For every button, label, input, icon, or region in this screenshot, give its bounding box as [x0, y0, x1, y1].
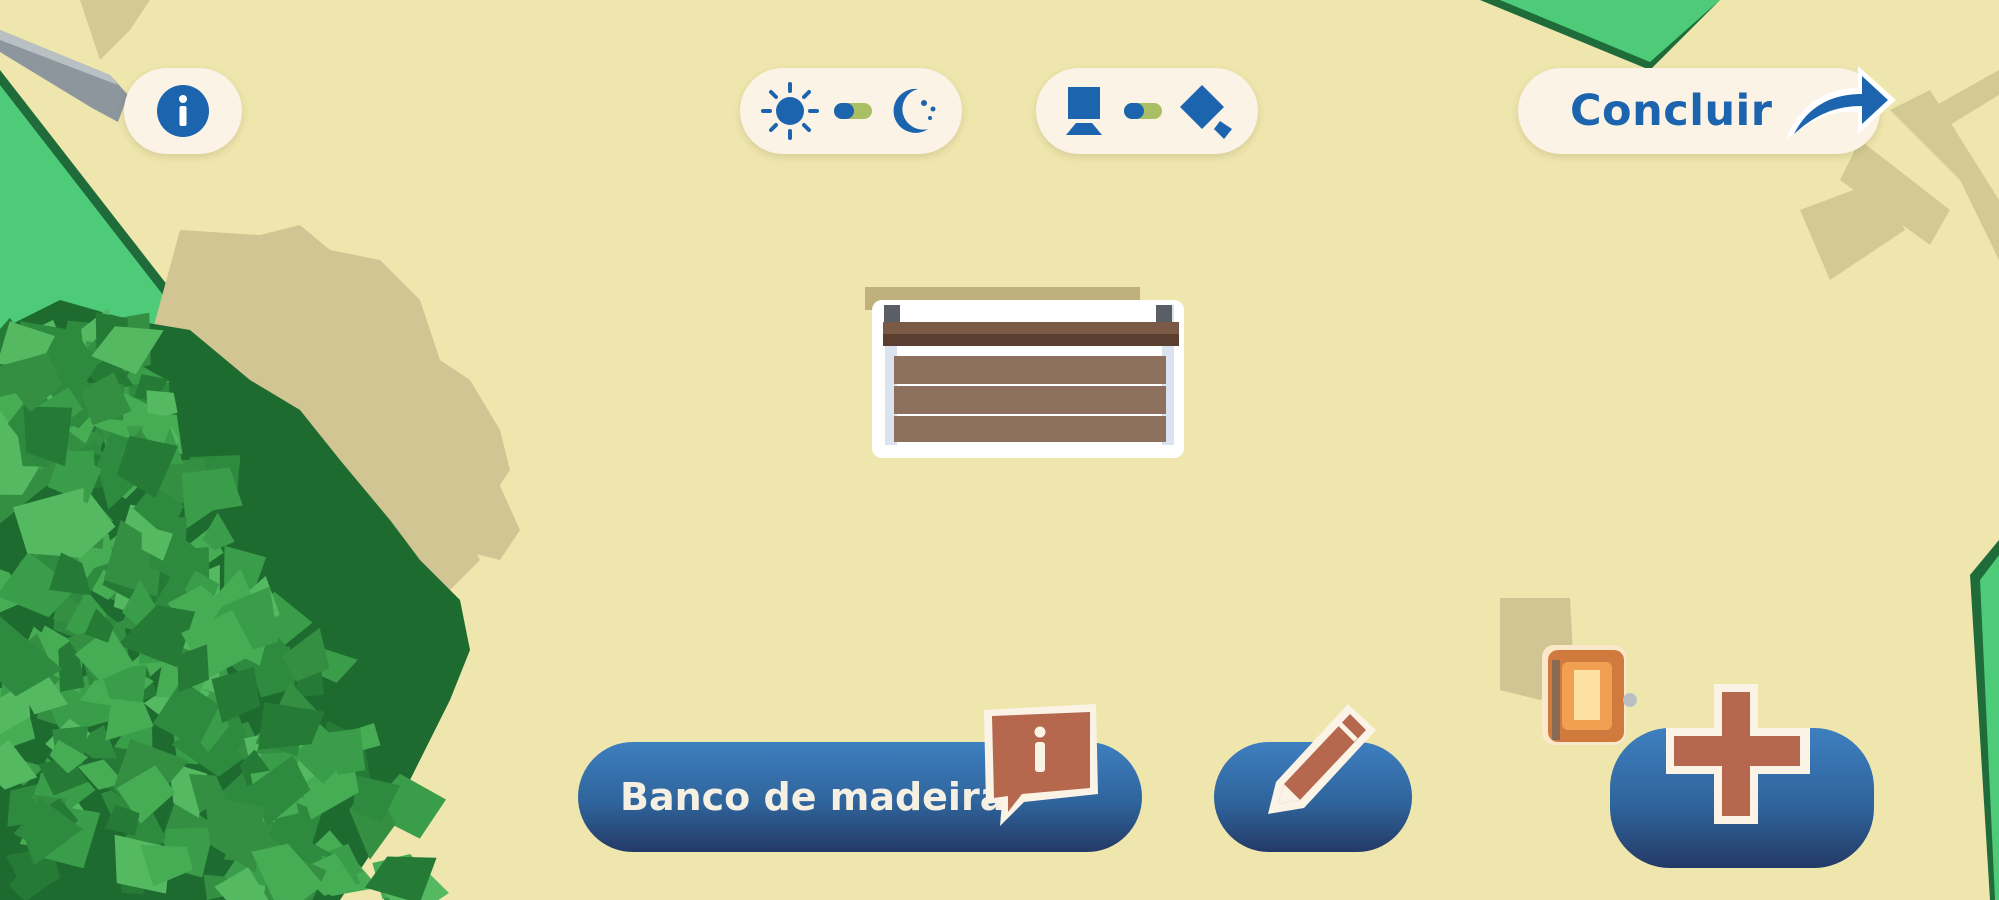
perspective-view-icon	[1180, 85, 1232, 139]
info-icon	[157, 85, 209, 137]
view-toggle[interactable]	[1036, 68, 1258, 154]
forward-arrow-icon[interactable]	[1780, 52, 1900, 148]
speech-info-icon[interactable]	[970, 698, 1106, 828]
view-switch[interactable]	[1124, 103, 1162, 119]
day-night-toggle[interactable]	[740, 68, 962, 154]
top-view-icon	[1066, 87, 1102, 135]
info-button[interactable]	[124, 68, 242, 154]
plus-icon	[1666, 684, 1810, 824]
selected-item-label: Banco de madeira	[620, 775, 1006, 819]
pencil-icon	[1268, 704, 1376, 814]
finish-button-label: Concluir	[1570, 86, 1773, 136]
wooden-bench[interactable]	[872, 300, 1184, 458]
tree-leaf	[70, 450, 96, 480]
day-night-switch[interactable]	[834, 103, 872, 119]
sun-icon	[761, 82, 819, 140]
moon-icon	[893, 88, 936, 133]
